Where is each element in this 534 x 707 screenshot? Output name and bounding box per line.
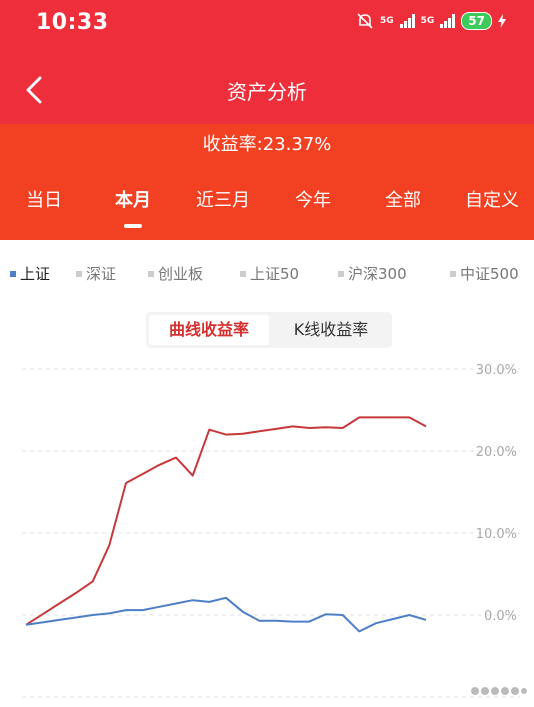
signal-icon xyxy=(399,14,415,28)
yield-summary: 收益率:23.37% xyxy=(0,124,534,166)
benchmark-label: 深证 xyxy=(86,265,117,283)
benchmark-csi300[interactable]: 沪深300 xyxy=(338,263,407,284)
benchmark-label: 上证50 xyxy=(250,265,300,283)
benchmark-label: 创业板 xyxy=(158,265,204,283)
y-tick-label: 30.0% xyxy=(476,363,517,378)
mute-icon xyxy=(357,13,373,29)
tab-today[interactable]: 当日 xyxy=(26,186,62,212)
benchmark-label: 中证500 xyxy=(460,265,519,283)
tab-all[interactable]: 全部 xyxy=(385,186,421,212)
status-icons: 5G 5G 57 xyxy=(356,12,506,30)
network-label-1: 5G xyxy=(379,15,394,26)
battery-level: 57 xyxy=(461,12,492,30)
period-tabs: 当日 本月 近三月 今年 全部 自定义 xyxy=(0,166,534,240)
y-tick-label: 20.0% xyxy=(476,445,517,460)
tab-three-months[interactable]: 近三月 xyxy=(196,186,250,212)
charging-icon xyxy=(498,14,506,28)
yield-chart: 30.0% 20.0% 10.0% 0.0% xyxy=(22,363,520,698)
watermark-icon xyxy=(471,687,527,695)
benchmark-label: 沪深300 xyxy=(348,265,407,283)
portfolio-yield-line xyxy=(25,416,427,626)
network-label-2: 5G xyxy=(420,15,435,26)
status-time: 10:33 xyxy=(36,10,109,35)
y-tick-label: 10.0% xyxy=(476,527,517,542)
nav-bar: 资产分析 xyxy=(0,70,534,110)
active-tab-indicator xyxy=(124,224,142,228)
header-bar: 10:33 5G 5G 57 资产分析 xyxy=(0,0,534,124)
tab-custom[interactable]: 自定义 xyxy=(465,186,519,212)
benchmark-chinext[interactable]: 创业板 xyxy=(148,263,203,284)
benchmark-label: 上证 xyxy=(20,265,51,283)
signal-icon-2 xyxy=(440,14,456,28)
tab-this-year[interactable]: 今年 xyxy=(295,186,331,212)
benchmark-shenzhen[interactable]: 深证 xyxy=(76,263,116,284)
benchmark-legend: 上证 深证 创业板 上证50 沪深300 中证500 xyxy=(0,263,534,285)
tab-this-month[interactable]: 本月 xyxy=(115,186,151,212)
benchmark-sse50[interactable]: 上证50 xyxy=(240,263,299,284)
benchmark-csi500[interactable]: 中证500 xyxy=(450,263,519,284)
benchmark-shanghai[interactable]: 上证 xyxy=(10,263,50,284)
status-bar: 10:33 5G 5G 57 xyxy=(0,0,534,46)
y-tick-label: 0.0% xyxy=(484,609,517,624)
page-title: 资产分析 xyxy=(227,80,307,104)
